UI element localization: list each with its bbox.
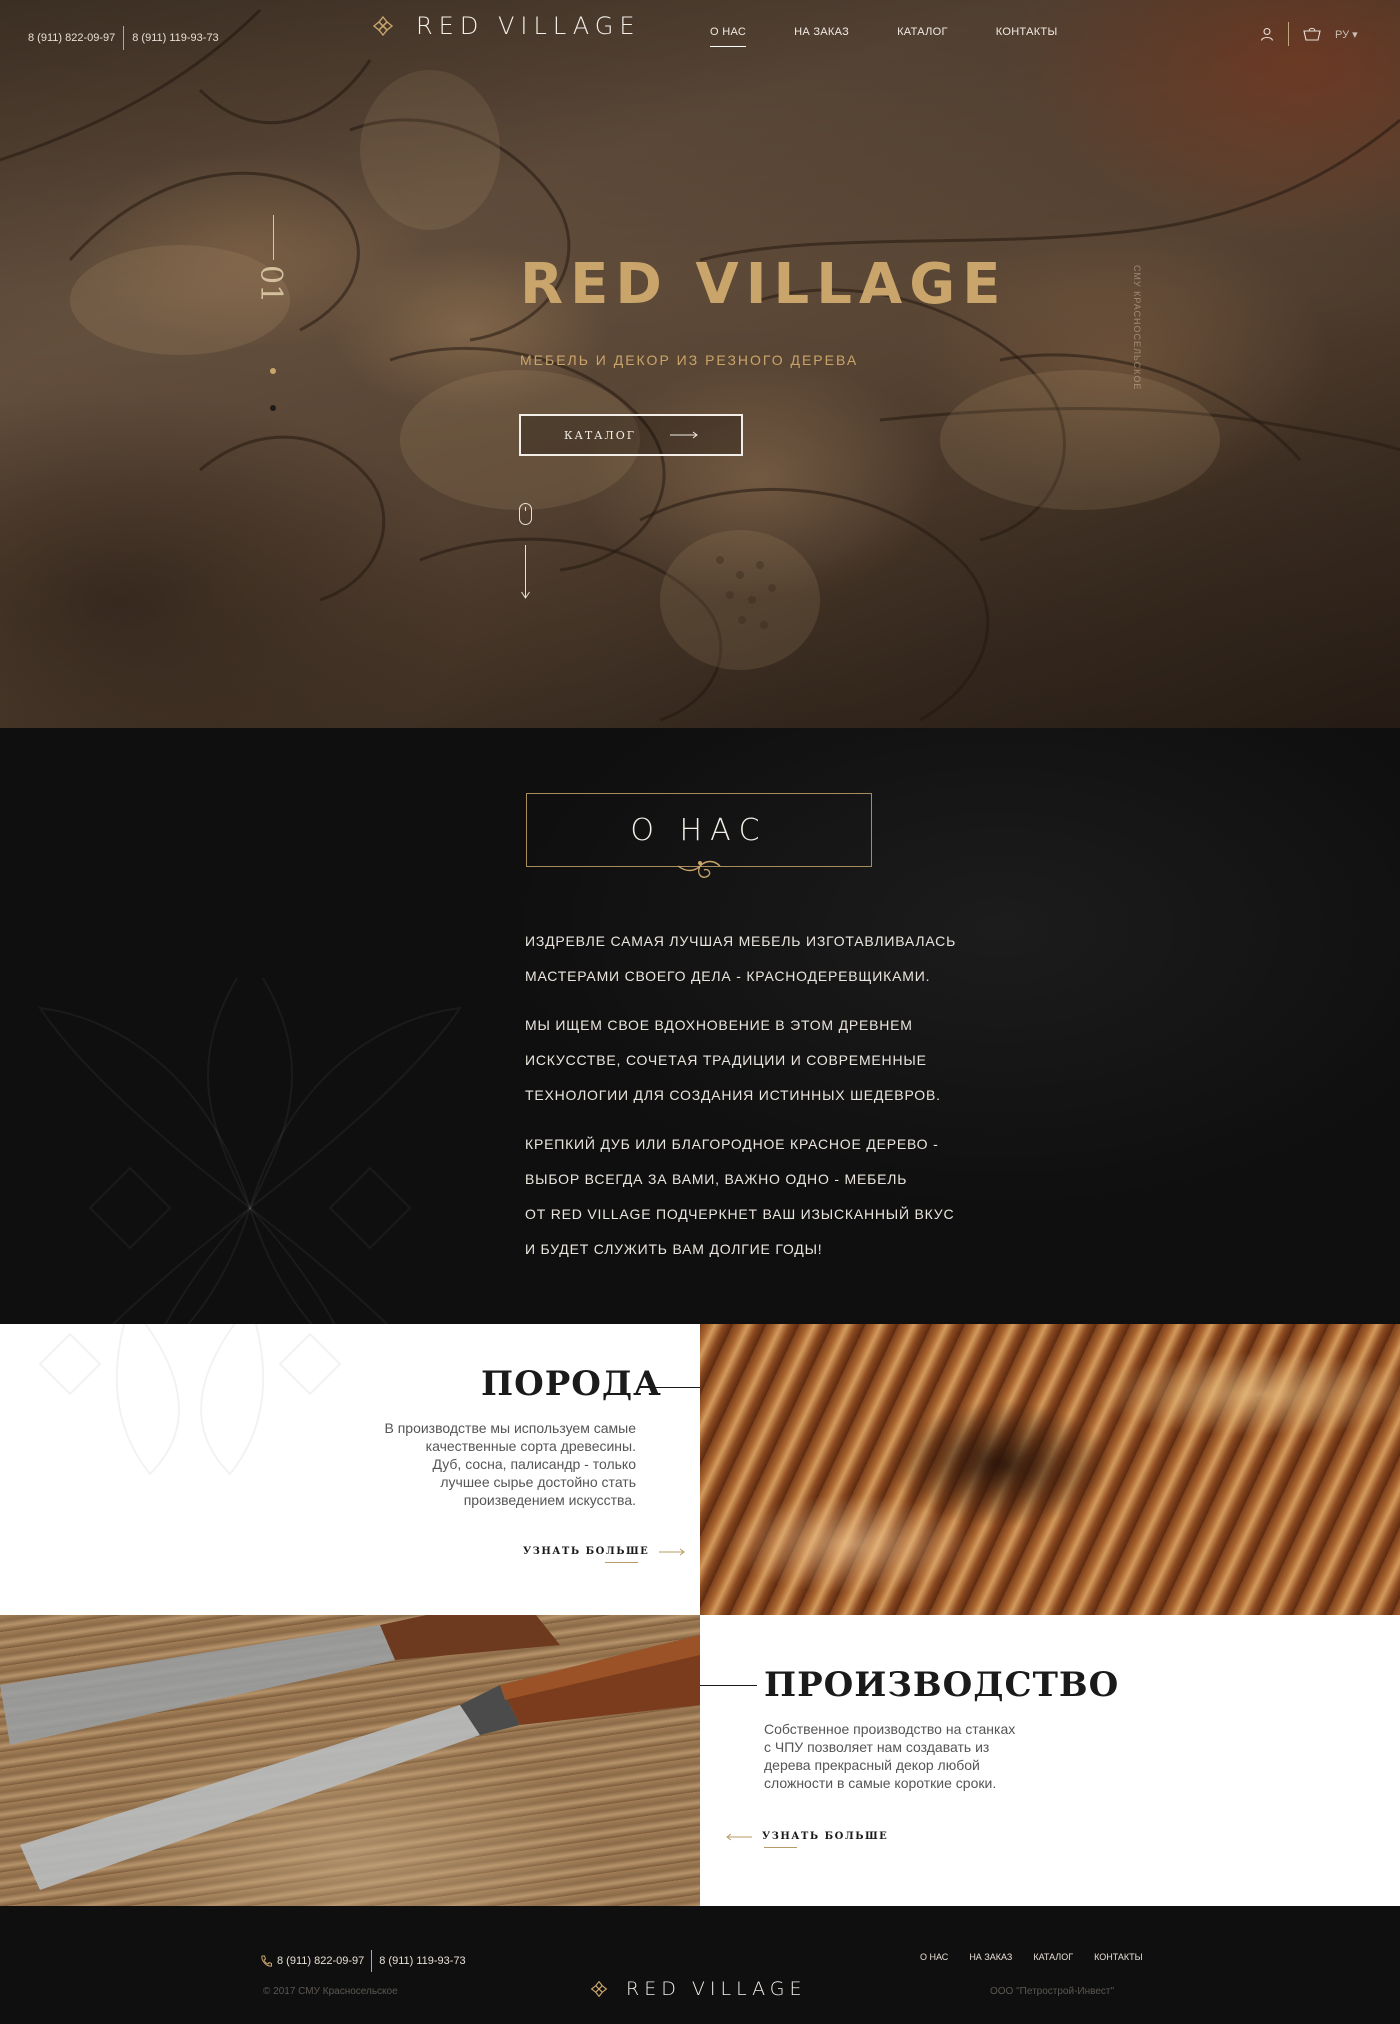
- site-footer: 8 (911) 822-09-97 8 (911) 119-93-73 О НА…: [0, 1906, 1400, 2024]
- site-logo[interactable]: RED VILLAGE: [372, 12, 641, 40]
- mouse-scroll-icon[interactable]: [519, 503, 532, 525]
- feature-production-link-label: УЗНАТЬ БОЛЬШЕ: [762, 1831, 889, 1842]
- cart-icon[interactable]: [1303, 27, 1321, 41]
- feature-wood-text-line: лучшее сырье достойно стать: [440, 1474, 636, 1490]
- footer-nav: О НАС НА ЗАКАЗ КАТАЛОГ КОНТАКТЫ: [920, 1952, 1164, 1962]
- hero-title: RED VILLAGE: [520, 252, 1008, 317]
- feature-wood-link-label: УЗНАТЬ БОЛЬШЕ: [523, 1546, 650, 1557]
- feature-wood-learn-more-link[interactable]: УЗНАТЬ БОЛЬШЕ: [523, 1546, 686, 1563]
- phone-2[interactable]: 8 (911) 119-93-73: [132, 32, 218, 44]
- feature-wood-text-line: В производстве мы используем самые: [384, 1420, 636, 1436]
- feature-production-text-line: Собственное производство на станках: [764, 1721, 1016, 1737]
- top-navigation-bar: 8 (911) 822-09-97 8 (911) 119-93-73 RED …: [0, 0, 1400, 64]
- user-icon[interactable]: [1260, 27, 1274, 41]
- about-line: ИЗДРЕВЛЕ САМАЯ ЛУЧШАЯ МЕБЕЛЬ ИЗГОТАВЛИВА…: [525, 933, 957, 949]
- about-line: МАСТЕРАМИ СВОЕГО ДЕЛА - КРАСНОДЕРЕВЩИКАМ…: [525, 968, 931, 984]
- logo-ornament-icon: [372, 15, 394, 37]
- feature-wood-title: ПОРОДА: [481, 1364, 662, 1404]
- about-paragraph-3: КРЕПКИЙ ДУБ ИЛИ БЛАГОРОДНОЕ КРАСНОЕ ДЕРЕ…: [525, 1127, 985, 1267]
- scroll-down-line: [525, 545, 526, 597]
- about-line: КРЕПКИЙ ДУБ ИЛИ БЛАГОРОДНОЕ КРАСНОЕ ДЕРЕ…: [525, 1136, 939, 1152]
- header-phones: 8 (911) 822-09-97 8 (911) 119-93-73: [28, 26, 219, 50]
- catalog-button[interactable]: КАТАЛОГ: [519, 414, 743, 456]
- phone-divider: [123, 26, 125, 50]
- footer-nav-catalog[interactable]: КАТАЛОГ: [1033, 1952, 1073, 1962]
- feature-production-text: Собственное производство на станках с ЧП…: [764, 1720, 1084, 1792]
- footer-nav-custom-order[interactable]: НА ЗАКАЗ: [969, 1952, 1012, 1962]
- hero-section: 8 (911) 822-09-97 8 (911) 119-93-73 RED …: [0, 0, 1400, 728]
- about-line: ИСКУССТВЕ, СОЧЕТАЯ ТРАДИЦИИ И СОВРЕМЕННЫ…: [525, 1052, 927, 1068]
- footer-nav-contacts[interactable]: КОНТАКТЫ: [1094, 1952, 1143, 1962]
- footer-company: ООО "Петрострой-Инвест": [990, 1986, 1115, 1997]
- arrow-right-icon: [659, 1548, 686, 1555]
- about-line: ОТ RED VILLAGE ПОДЧЕРКНЕТ ВАШ ИЗЫСКАННЫЙ…: [525, 1206, 955, 1222]
- feature-production: ПРОИЗВОДСТВО Собственное производство на…: [0, 1615, 1400, 1906]
- footer-phones: 8 (911) 822-09-97 8 (911) 119-93-73: [260, 1950, 466, 1972]
- chisels-image: [0, 1615, 700, 1906]
- feature-production-text-line: дерева прекрасный декор любой: [764, 1757, 980, 1773]
- nav-item-contacts[interactable]: КОНТАКТЫ: [996, 26, 1058, 47]
- language-selector[interactable]: РУ ▾: [1335, 28, 1358, 41]
- footer-phone-divider: [371, 1950, 373, 1972]
- slide-dot-active[interactable]: [270, 368, 276, 374]
- about-line: ВЫБОР ВСЕГДА ЗА ВАМИ, ВАЖНО ОДНО - МЕБЕЛ…: [525, 1171, 908, 1187]
- chisels-illustration: [0, 1615, 700, 1890]
- footer-logo[interactable]: RED VILLAGE: [590, 1978, 806, 2000]
- about-line: ТЕХНОЛОГИИ ДЛЯ СОЗДАНИЯ ИСТИННЫХ ШЕДЕВРО…: [525, 1087, 941, 1103]
- phone-1[interactable]: 8 (911) 822-09-97: [28, 32, 115, 44]
- tools-divider: [1288, 22, 1289, 46]
- feature-production-text-line: сложности в самые короткие сроки.: [764, 1775, 997, 1791]
- footer-copyright: © 2017 СМУ Красносельское: [263, 1986, 398, 1997]
- phone-icon: [261, 1955, 272, 1967]
- nav-item-catalog[interactable]: КАТАЛОГ: [897, 26, 948, 47]
- nav-item-custom-order[interactable]: НА ЗАКАЗ: [794, 26, 849, 47]
- about-text: ИЗДРЕВЛЕ САМАЯ ЛУЧШАЯ МЕБЕЛЬ ИЗГОТАВЛИВА…: [525, 924, 985, 1281]
- feature-production-title-line: [700, 1685, 757, 1686]
- feature-wood-text: В производстве мы используем самые качес…: [316, 1419, 636, 1509]
- about-paragraph-1: ИЗДРЕВЛЕ САМАЯ ЛУЧШАЯ МЕБЕЛЬ ИЗГОТАВЛИВА…: [525, 924, 985, 994]
- link-underline: [764, 1847, 797, 1848]
- slide-indicator-line: [273, 215, 274, 260]
- logo-ornament-icon: [590, 1980, 608, 1998]
- feature-wood-species: ПОРОДА В производстве мы используем самы…: [0, 1324, 1400, 1615]
- about-section: О НАС ИЗДРЕВЛЕ САМАЯ ЛУЧШАЯ МЕБЕЛЬ ИЗГОТ…: [0, 728, 1400, 1324]
- footer-phone-1[interactable]: 8 (911) 822-09-97: [277, 1955, 364, 1967]
- feature-production-text-line: с ЧПУ позволяет нам создавать из: [764, 1739, 990, 1755]
- feature-wood-text-panel: ПОРОДА В производстве мы используем самы…: [0, 1324, 700, 1615]
- flourish-ornament-icon: [677, 860, 721, 878]
- feature-wood-text-line: Дуб, сосна, палисандр - только: [432, 1456, 636, 1472]
- main-nav: О НАС НА ЗАКАЗ КАТАЛОГ КОНТАКТЫ: [710, 26, 1106, 47]
- slide-dot[interactable]: [270, 405, 276, 411]
- link-underline: [605, 1562, 638, 1563]
- arrow-down-icon: [521, 591, 530, 599]
- feature-production-text-panel: ПРОИЗВОДСТВО Собственное производство на…: [700, 1615, 1400, 1906]
- slide-number: 01: [253, 265, 288, 304]
- about-paragraph-2: МЫ ИЩЕМ СВОЕ ВДОХНОВЕНИЕ В ЭТОМ ДРЕВНЕМ …: [525, 1008, 985, 1113]
- nav-item-about[interactable]: О НАС: [710, 26, 747, 47]
- feature-production-title: ПРОИЗВОДСТВО: [764, 1665, 1120, 1705]
- footer-phone-2[interactable]: 8 (911) 119-93-73: [379, 1955, 465, 1967]
- feature-wood-text-line: качественные сорта древесины.: [425, 1438, 636, 1454]
- wood-texture-image: [700, 1324, 1400, 1615]
- logo-text: RED VILLAGE: [416, 12, 641, 40]
- arrow-left-icon: [726, 1833, 752, 1840]
- header-tools: РУ ▾: [1260, 22, 1358, 46]
- catalog-button-label: КАТАЛОГ: [564, 428, 636, 442]
- decorative-ornament: [37, 978, 463, 1324]
- hero-side-caption: СМУ КРАСНОСЕЛЬСКОЕ: [1132, 265, 1142, 391]
- feature-wood-text-line: произведением искусства.: [463, 1492, 636, 1508]
- arrow-right-icon: [670, 431, 698, 439]
- about-title: О НАС: [630, 812, 768, 848]
- footer-logo-text: RED VILLAGE: [626, 1978, 807, 2000]
- feature-production-learn-more-link[interactable]: УЗНАТЬ БОЛЬШЕ: [726, 1831, 889, 1848]
- footer-nav-about[interactable]: О НАС: [920, 1952, 948, 1962]
- about-line: И БУДЕТ СЛУЖИТЬ ВАМ ДОЛГИЕ ГОДЫ!: [525, 1241, 823, 1257]
- about-line: МЫ ИЩЕМ СВОЕ ВДОХНОВЕНИЕ В ЭТОМ ДРЕВНЕМ: [525, 1017, 913, 1033]
- hero-subtitle: МЕБЕЛЬ И ДЕКОР ИЗ РЕЗНОГО ДЕРЕВА: [520, 352, 859, 368]
